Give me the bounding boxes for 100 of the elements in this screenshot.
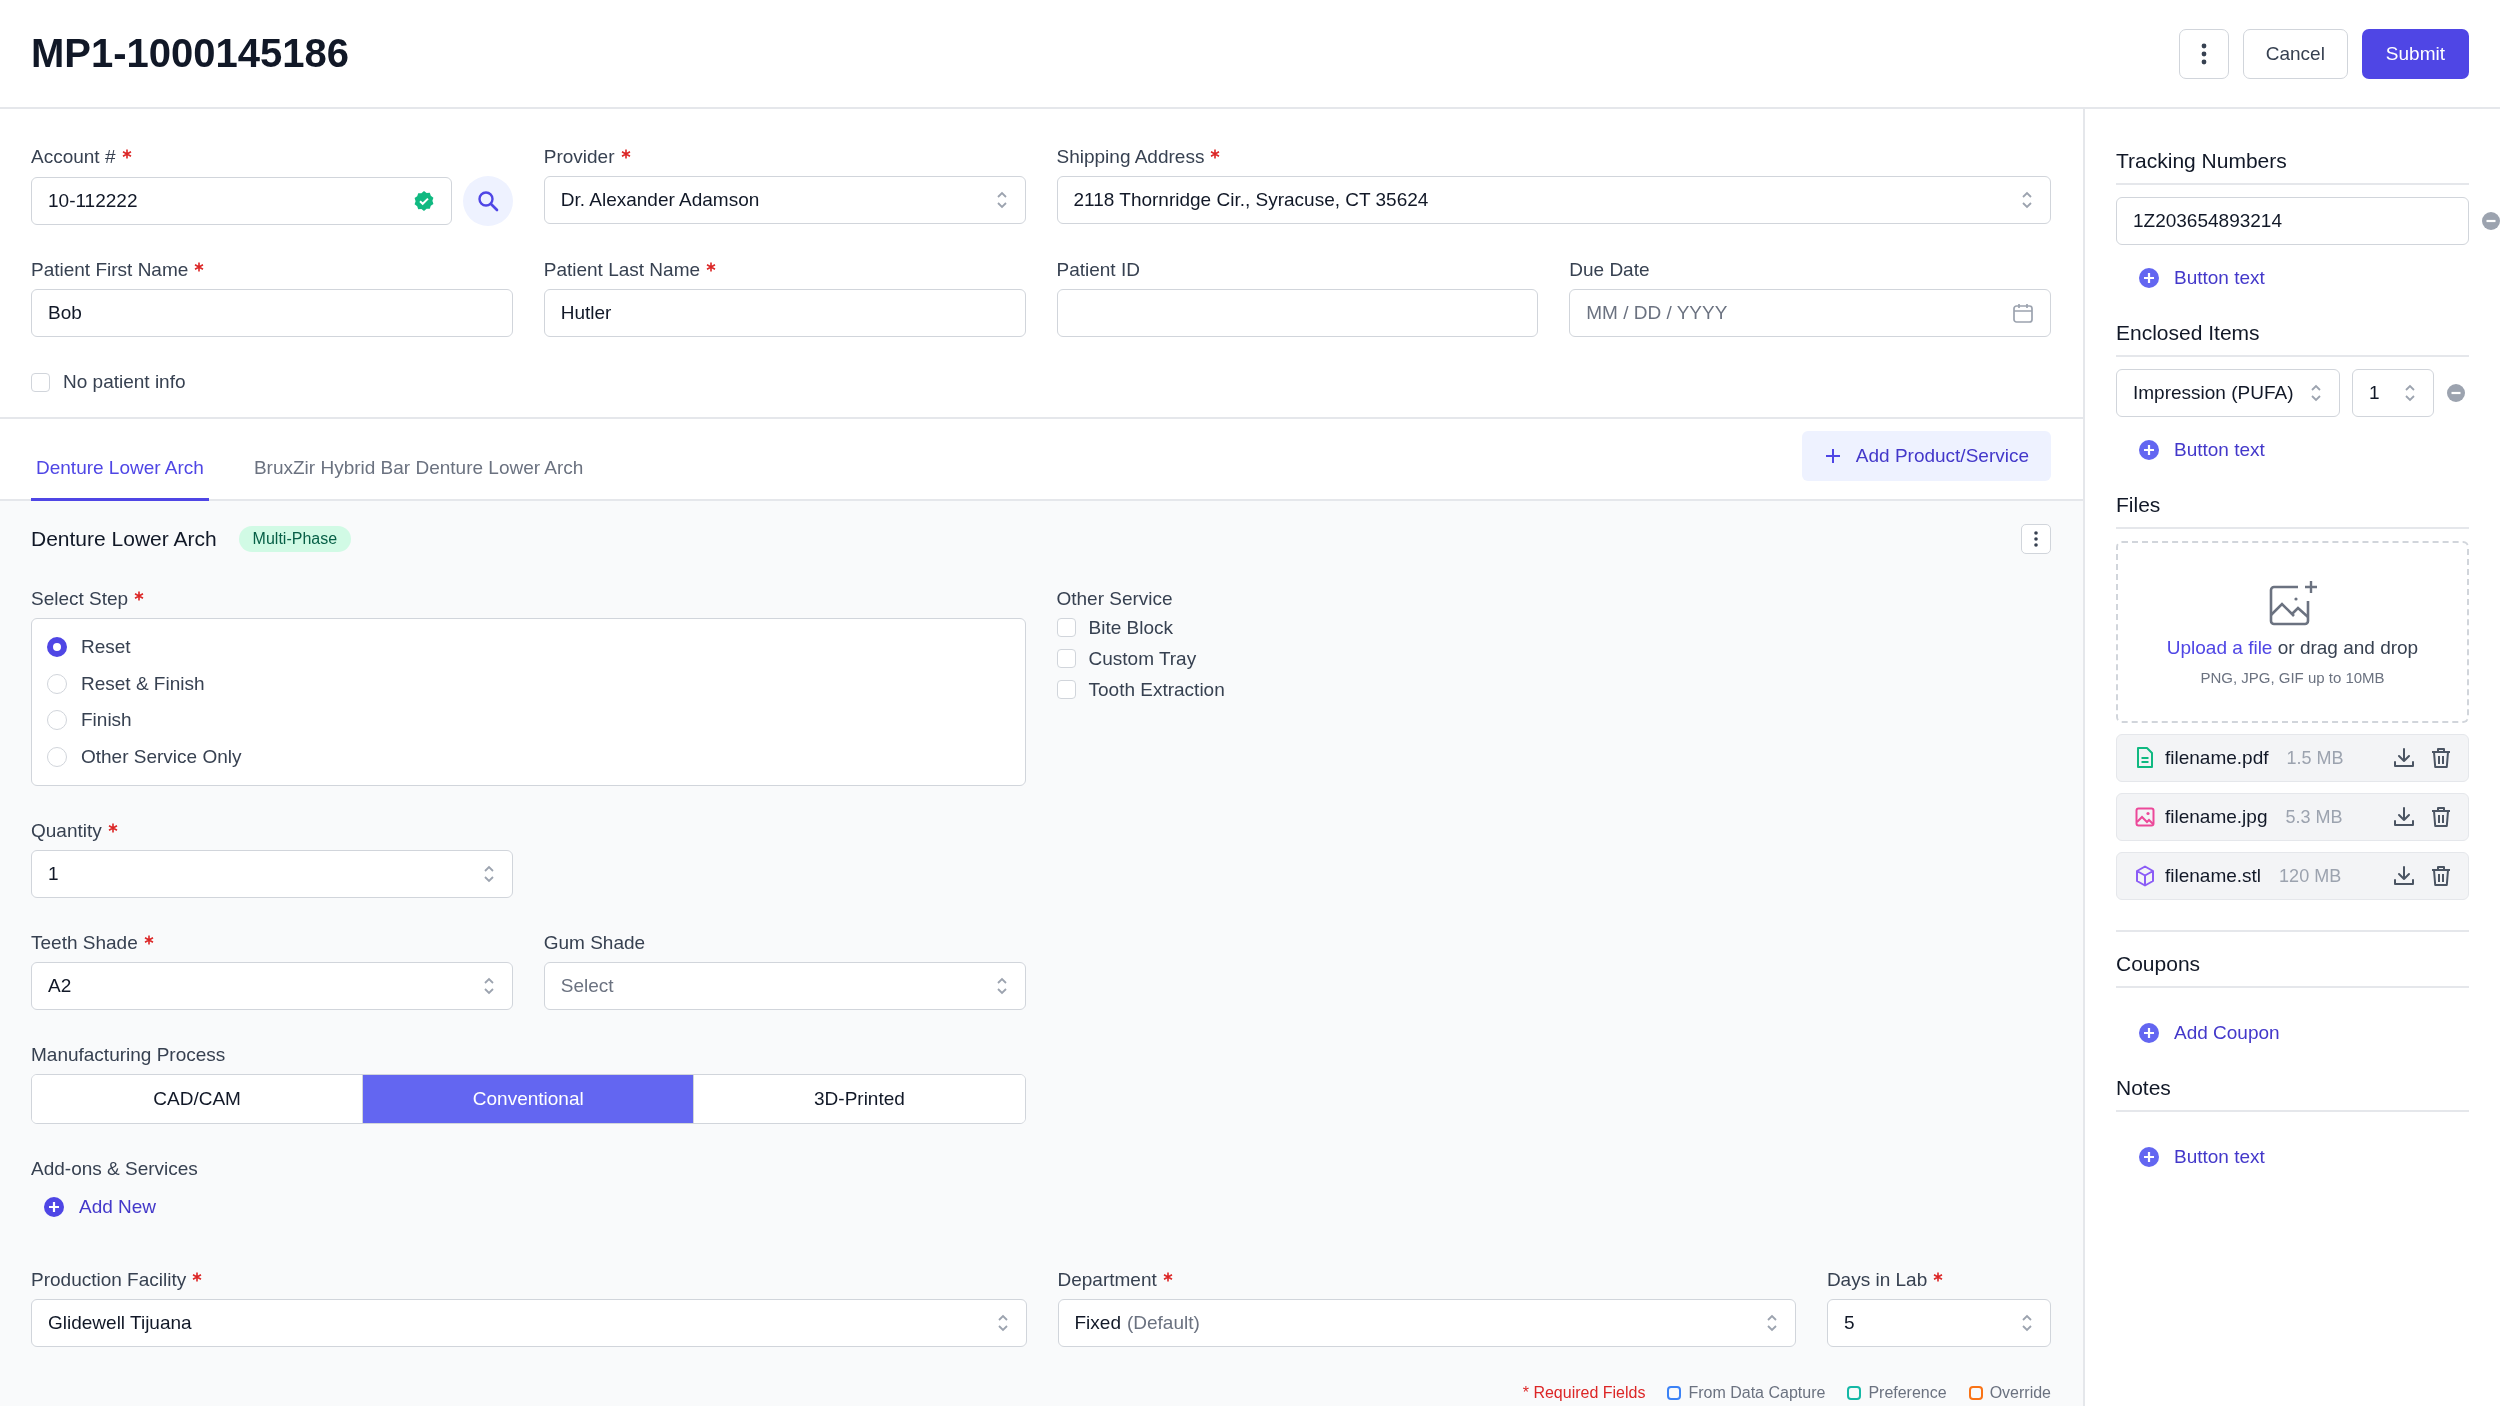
image-plus-icon (2267, 578, 2318, 627)
minus-circle-icon (2446, 383, 2466, 403)
chevron-updown-icon (2403, 383, 2417, 403)
field-label: Patient First Name (31, 258, 189, 282)
vertical-dots-icon (2034, 531, 2038, 547)
select-field[interactable]: Fixed (Default) (1057, 1299, 1796, 1347)
add-item-button[interactable]: Button text (2138, 439, 2469, 461)
chevron-updown-icon (2020, 190, 2034, 210)
checkbox-label: Custom Tray (1088, 647, 1197, 670)
checkbox[interactable] (31, 372, 50, 392)
file-name: filename.pdf (2165, 747, 2269, 769)
checkbox-label: No patient info (63, 371, 186, 393)
legend-label: Override (1989, 1384, 2051, 1402)
field-label: Manufacturing Process (31, 1043, 226, 1067)
file-drop-zone[interactable]: Upload a file or drag and drop PNG, JPG, GIF up to 10MB (2116, 541, 2469, 723)
field-label: Provider (543, 145, 615, 169)
field-label: Production Facility (31, 1268, 187, 1292)
chevron-updown-icon (481, 864, 496, 884)
drop-text: or drag and drop (2277, 636, 2419, 658)
download-icon (2393, 865, 2415, 887)
select-field[interactable]: 5 (1826, 1299, 2051, 1347)
search-icon (476, 190, 499, 212)
field-label: Due Date (1569, 258, 1650, 282)
account-input[interactable]: 10-112222 (31, 177, 452, 225)
checkbox[interactable] (1056, 649, 1076, 668)
select-field[interactable]: 2118 Thornridge Cir., Syracuse, CT 35624 (1056, 176, 2051, 224)
checkbox[interactable] (1056, 680, 1076, 699)
chevron-updown-icon (2020, 1313, 2034, 1333)
field-label: Select Step (31, 587, 129, 611)
cancel-button[interactable]: Cancel (2242, 28, 2348, 79)
select-field[interactable]: Dr. Alexander Adamson (543, 176, 1026, 224)
product-tab[interactable]: BruxZir Hybrid Bar Denture Lower Arch (248, 419, 589, 501)
required-fields-note: * Required Fields (1522, 1384, 1646, 1402)
add-tracking-button[interactable]: Button text (2138, 267, 2469, 289)
date-field[interactable]: MM / DD / YYYY (1569, 289, 2051, 337)
trash-icon (2431, 865, 2451, 887)
chevron-updown-icon (481, 976, 496, 996)
segment-button[interactable]: Conventional (363, 1075, 695, 1123)
field-label: Quantity (31, 819, 102, 843)
plus-circle-icon (2138, 439, 2160, 461)
file-name: filename.stl (2165, 865, 2262, 887)
select-field[interactable]: Select (543, 962, 1026, 1010)
select-field[interactable]: 1 (31, 850, 513, 898)
chevron-updown-icon (2309, 383, 2323, 403)
legend-label: Preference (1868, 1384, 1947, 1402)
checkbox-label: Bite Block (1088, 616, 1173, 639)
field-label: Gum Shade (543, 931, 646, 955)
plus-circle-icon (2138, 267, 2160, 289)
trash-icon (2431, 747, 2451, 769)
tracking-number-input[interactable]: 1Z203654893214 (2116, 197, 2469, 245)
radio-label: Finish (81, 709, 132, 732)
upload-link[interactable]: Upload a file (2166, 636, 2273, 658)
field-label: Teeth Shade (31, 931, 138, 955)
text-input[interactable] (1056, 289, 1539, 337)
chevron-updown-icon (995, 1313, 1010, 1333)
checkbox[interactable] (1056, 618, 1076, 637)
field-label: Add-ons & Services (31, 1157, 198, 1181)
submit-button[interactable]: Submit (2361, 28, 2469, 79)
more-button[interactable] (2021, 524, 2051, 554)
section-heading: Notes (2116, 1056, 2469, 1112)
order-title: MP1-1000145186 (31, 31, 351, 76)
field-label: Other Service (1056, 587, 1173, 611)
status-badge: Multi-Phase (238, 526, 352, 552)
select-field[interactable]: Impression (PUFA) (2116, 369, 2340, 417)
field-label: Account # (31, 145, 116, 169)
select-field[interactable]: A2 (31, 962, 513, 1010)
plus-circle-icon (2138, 1022, 2160, 1044)
field-label: Days in Lab (1826, 1268, 1928, 1292)
download-icon (2393, 806, 2415, 828)
chevron-updown-icon (1764, 1313, 1779, 1333)
radio-button[interactable] (47, 637, 67, 658)
quantity-select[interactable]: 1 (2352, 369, 2434, 417)
product-title: Denture Lower Arch (31, 527, 217, 551)
field-label: Patient Last Name (543, 258, 701, 282)
file-size: 1.5 MB (2286, 747, 2344, 769)
select-field[interactable]: Glidewell Tijuana (31, 1299, 1027, 1347)
search-button[interactable] (462, 176, 513, 226)
chevron-updown-icon (994, 976, 1009, 996)
chevron-updown-icon (994, 190, 1009, 210)
add-new-button[interactable]: Add New (43, 1196, 157, 1218)
text-input[interactable]: Hutler (543, 289, 1026, 337)
add-coupon-button[interactable]: Add Coupon (2138, 1022, 2469, 1044)
section-heading: Coupons (2116, 932, 2469, 988)
more-button[interactable] (2178, 28, 2229, 79)
file-type-hint: PNG, JPG, GIF up to 10MB (2200, 668, 2385, 686)
add-note-button[interactable]: Button text (2138, 1146, 2469, 1168)
remove-button[interactable] (2446, 383, 2466, 403)
checkbox-label: Tooth Extraction (1088, 678, 1225, 701)
radio-label: Other Service Only (81, 745, 242, 768)
calendar-icon (2012, 302, 2034, 324)
file-size: 5.3 MB (2285, 806, 2343, 828)
add-product-button[interactable]: Add Product/Service (1801, 431, 2051, 481)
text-input[interactable]: Bob (31, 289, 513, 337)
segment-button[interactable]: CAD/CAM (32, 1075, 364, 1123)
field-label: Department (1057, 1268, 1157, 1292)
vertical-dots-icon (2200, 42, 2207, 65)
remove-button[interactable] (2481, 211, 2500, 231)
download-icon (2393, 747, 2415, 769)
plus-circle-icon (2138, 1146, 2160, 1168)
section-heading: Enclosed Items (2116, 301, 2469, 357)
